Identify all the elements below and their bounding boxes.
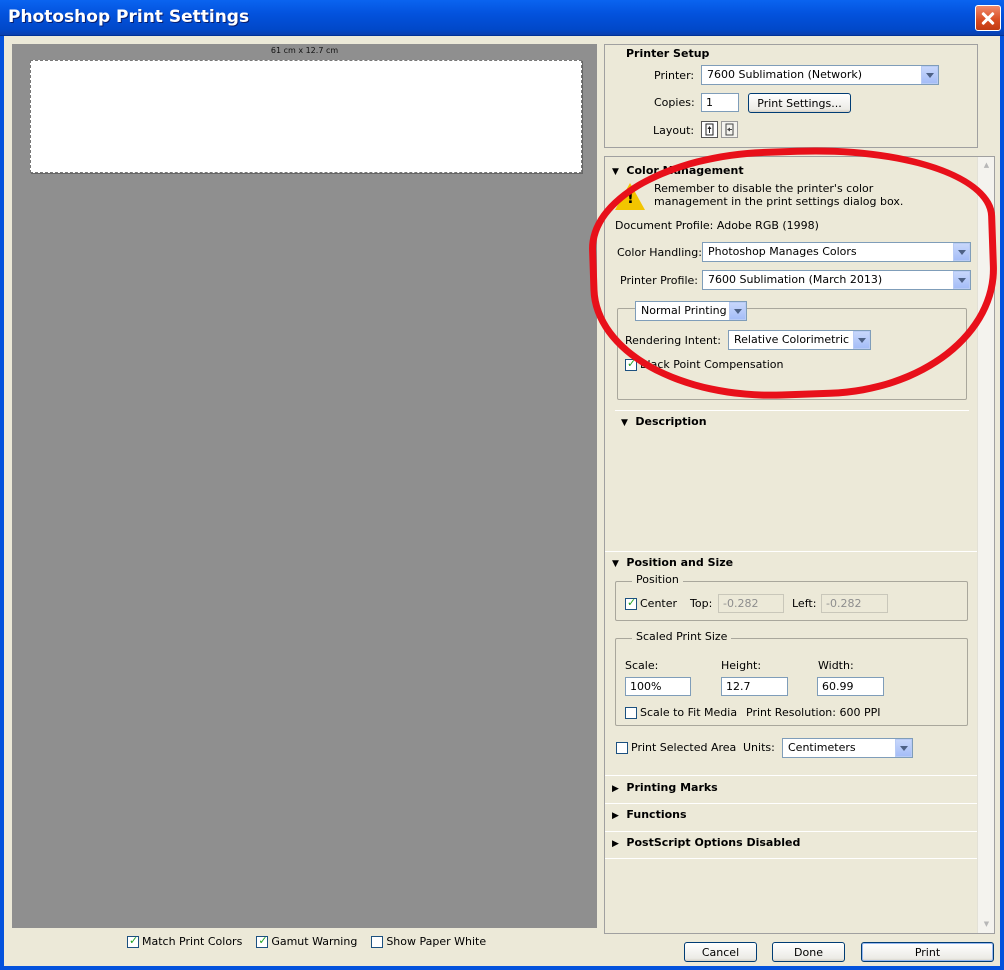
print-button[interactable]: Print [861, 942, 994, 962]
scroll-down-icon[interactable]: ▼ [979, 917, 994, 932]
warning-icon: ! [615, 183, 645, 210]
scroll-up-icon[interactable]: ▲ [979, 158, 994, 173]
center-checkbox[interactable]: Center [625, 596, 677, 610]
color-handling-label: Color Handling: [617, 246, 702, 259]
printing-marks-header[interactable]: ▶ Printing Marks [612, 781, 718, 794]
landscape-layout-icon[interactable] [721, 121, 738, 138]
separator [605, 551, 978, 552]
color-management-header[interactable]: ▼ Color Management [612, 164, 744, 177]
checkbox-checked-icon[interactable] [625, 596, 637, 610]
separator [605, 858, 978, 859]
print-resolution: Print Resolution: 600 PPI [746, 706, 881, 719]
checkbox-unchecked-icon[interactable] [616, 741, 628, 754]
show-paper-white-checkbox[interactable]: Show Paper White [371, 935, 486, 948]
done-button[interactable]: Done [772, 942, 845, 962]
checkbox-checked-icon[interactable] [625, 357, 637, 371]
printer-label: Printer: [654, 69, 695, 82]
print-preview: 61 cm x 12.7 cm [12, 44, 597, 928]
collapse-triangle-icon: ▼ [612, 167, 619, 177]
copies-label: Copies: [654, 96, 695, 109]
left-label: Left: [792, 597, 817, 610]
window-title: Photoshop Print Settings [8, 7, 250, 27]
gamut-warning-checkbox[interactable]: Gamut Warning [256, 934, 357, 948]
top-input[interactable]: -0.282 [718, 594, 784, 613]
chevron-down-icon[interactable] [921, 66, 938, 84]
left-input[interactable]: -0.282 [821, 594, 888, 613]
checkbox-unchecked-icon[interactable] [625, 706, 637, 719]
settings-scroll-pane[interactable]: ▼ Color Management ! Remember to disable… [604, 156, 995, 934]
chevron-down-icon[interactable] [895, 739, 912, 757]
printer-setup-heading: Printer Setup [626, 47, 710, 60]
scaled-print-size-legend: Scaled Print Size [632, 630, 732, 643]
color-warning-text: Remember to disable the printer's color … [654, 182, 904, 208]
match-print-colors-checkbox[interactable]: Match Print Colors [127, 934, 242, 948]
checkbox-checked-icon[interactable] [256, 934, 269, 948]
rendering-intent-label: Rendering Intent: [625, 334, 721, 347]
chevron-down-icon[interactable] [953, 271, 970, 289]
printing-mode-select[interactable]: Normal Printing [635, 301, 747, 321]
cancel-button[interactable]: Cancel [684, 942, 757, 962]
color-handling-select[interactable]: Photoshop Manages Colors [702, 242, 971, 262]
expand-triangle-icon: ▶ [612, 811, 619, 821]
printer-select[interactable]: 7600 Sublimation (Network) [701, 65, 939, 85]
printer-profile-select[interactable]: 7600 Sublimation (March 2013) [702, 270, 971, 290]
checkbox-checked-icon[interactable] [127, 934, 139, 948]
title-bar: Photoshop Print Settings [0, 0, 1004, 36]
copies-input[interactable]: 1 [701, 93, 739, 112]
functions-header[interactable]: ▶ Functions [612, 808, 687, 821]
width-label: Width: [818, 659, 854, 672]
expand-triangle-icon: ▶ [612, 784, 619, 794]
collapse-triangle-icon: ▼ [621, 418, 628, 428]
height-input[interactable]: 12.7 [721, 677, 788, 696]
separator [615, 410, 969, 411]
expand-triangle-icon: ▶ [612, 839, 619, 849]
printing-options-group [617, 308, 967, 400]
scale-label: Scale: [625, 659, 659, 672]
width-input[interactable]: 60.99 [817, 677, 884, 696]
portrait-layout-icon[interactable] [701, 121, 718, 138]
printer-setup-panel: Printer Setup Printer: 7600 Sublimation … [604, 44, 978, 148]
print-settings-button[interactable]: Print Settings... [748, 93, 851, 113]
units-select[interactable]: Centimeters [782, 738, 913, 758]
units-label: Units: [743, 741, 775, 754]
chevron-down-icon[interactable] [853, 331, 870, 349]
printer-profile-label: Printer Profile: [620, 274, 698, 287]
separator [605, 831, 978, 832]
paper-preview[interactable] [30, 60, 582, 173]
preview-options: Match Print Colors Gamut Warning Show Pa… [127, 934, 486, 948]
separator [605, 775, 978, 776]
rendering-intent-select[interactable]: Relative Colorimetric [728, 330, 871, 350]
postscript-options-header[interactable]: ▶ PostScript Options Disabled [612, 836, 800, 849]
chevron-down-icon[interactable] [953, 243, 970, 261]
paper-dimensions: 61 cm x 12.7 cm [270, 46, 339, 55]
height-label: Height: [721, 659, 762, 672]
position-legend: Position [632, 573, 683, 586]
document-profile: Document Profile: Adobe RGB (1998) [615, 219, 819, 232]
collapse-triangle-icon: ▼ [612, 559, 619, 569]
black-point-compensation-checkbox[interactable]: Black Point Compensation [625, 357, 783, 371]
checkbox-unchecked-icon[interactable] [371, 935, 384, 948]
print-selected-area-checkbox[interactable]: Print Selected Area [616, 741, 736, 754]
layout-label: Layout: [653, 124, 695, 137]
close-icon[interactable] [975, 5, 1001, 31]
description-header[interactable]: ▼ Description [621, 415, 707, 428]
position-size-header[interactable]: ▼ Position and Size [612, 556, 733, 569]
scale-input[interactable]: 100% [625, 677, 691, 696]
separator [605, 803, 978, 804]
chevron-down-icon[interactable] [729, 302, 746, 320]
top-label: Top: [690, 597, 713, 610]
scale-to-fit-media-checkbox[interactable]: Scale to Fit Media [625, 706, 737, 719]
vertical-scrollbar[interactable]: ▲ ▼ [977, 157, 994, 933]
